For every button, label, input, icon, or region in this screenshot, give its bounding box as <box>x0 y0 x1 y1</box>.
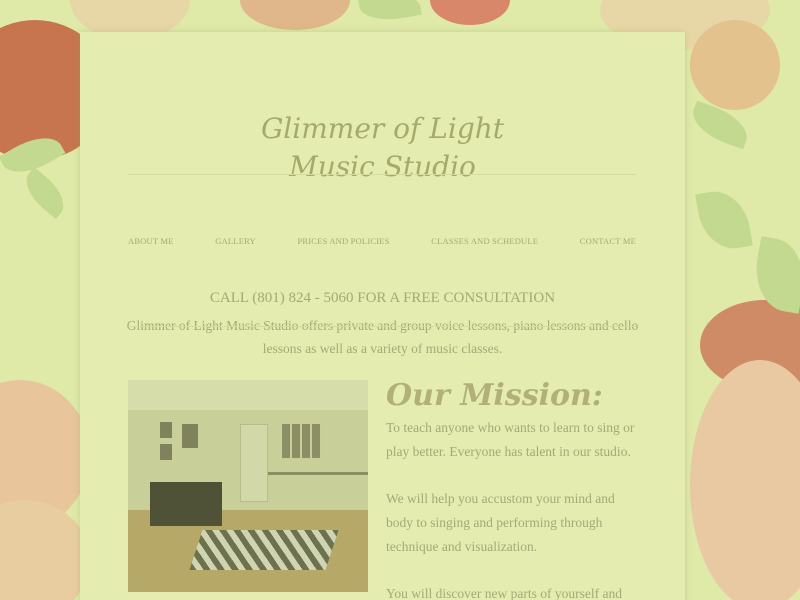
content-panel: Glimmer of Light Music Studio ABOUT ME G… <box>80 32 685 600</box>
mission-text: To teach anyone who wants to learn to si… <box>386 416 641 600</box>
studio-room-photo <box>128 380 368 592</box>
nav-about-me[interactable]: ABOUT ME <box>128 236 174 246</box>
site-title-line-1: Glimmer of Light <box>260 112 505 145</box>
divider <box>128 326 636 327</box>
nav-gallery[interactable]: GALLERY <box>215 236 256 246</box>
divider <box>128 174 636 175</box>
nav-prices-and-policies[interactable]: PRICES AND POLICIES <box>297 236 389 246</box>
mission-heading: Our Mission: <box>386 378 603 413</box>
nav-classes-and-schedule[interactable]: CLASSES AND SCHEDULE <box>431 236 538 246</box>
mission-paragraph: To teach anyone who wants to learn to si… <box>386 420 635 459</box>
main-nav: ABOUT ME GALLERY PRICES AND POLICIES CLA… <box>128 236 636 246</box>
mission-paragraph: We will help you accustom your mind and … <box>386 491 615 554</box>
mission-paragraph: You will discover new parts of yourself … <box>386 586 622 600</box>
nav-contact-me[interactable]: CONTACT ME <box>580 236 636 246</box>
consultation-cta: CALL (801) 824 - 5060 FOR A FREE CONSULT… <box>209 290 556 306</box>
site-title-line-2: Music Studio <box>289 150 476 183</box>
studio-intro: Glimmer of Light Music Studio offers pri… <box>126 318 639 356</box>
